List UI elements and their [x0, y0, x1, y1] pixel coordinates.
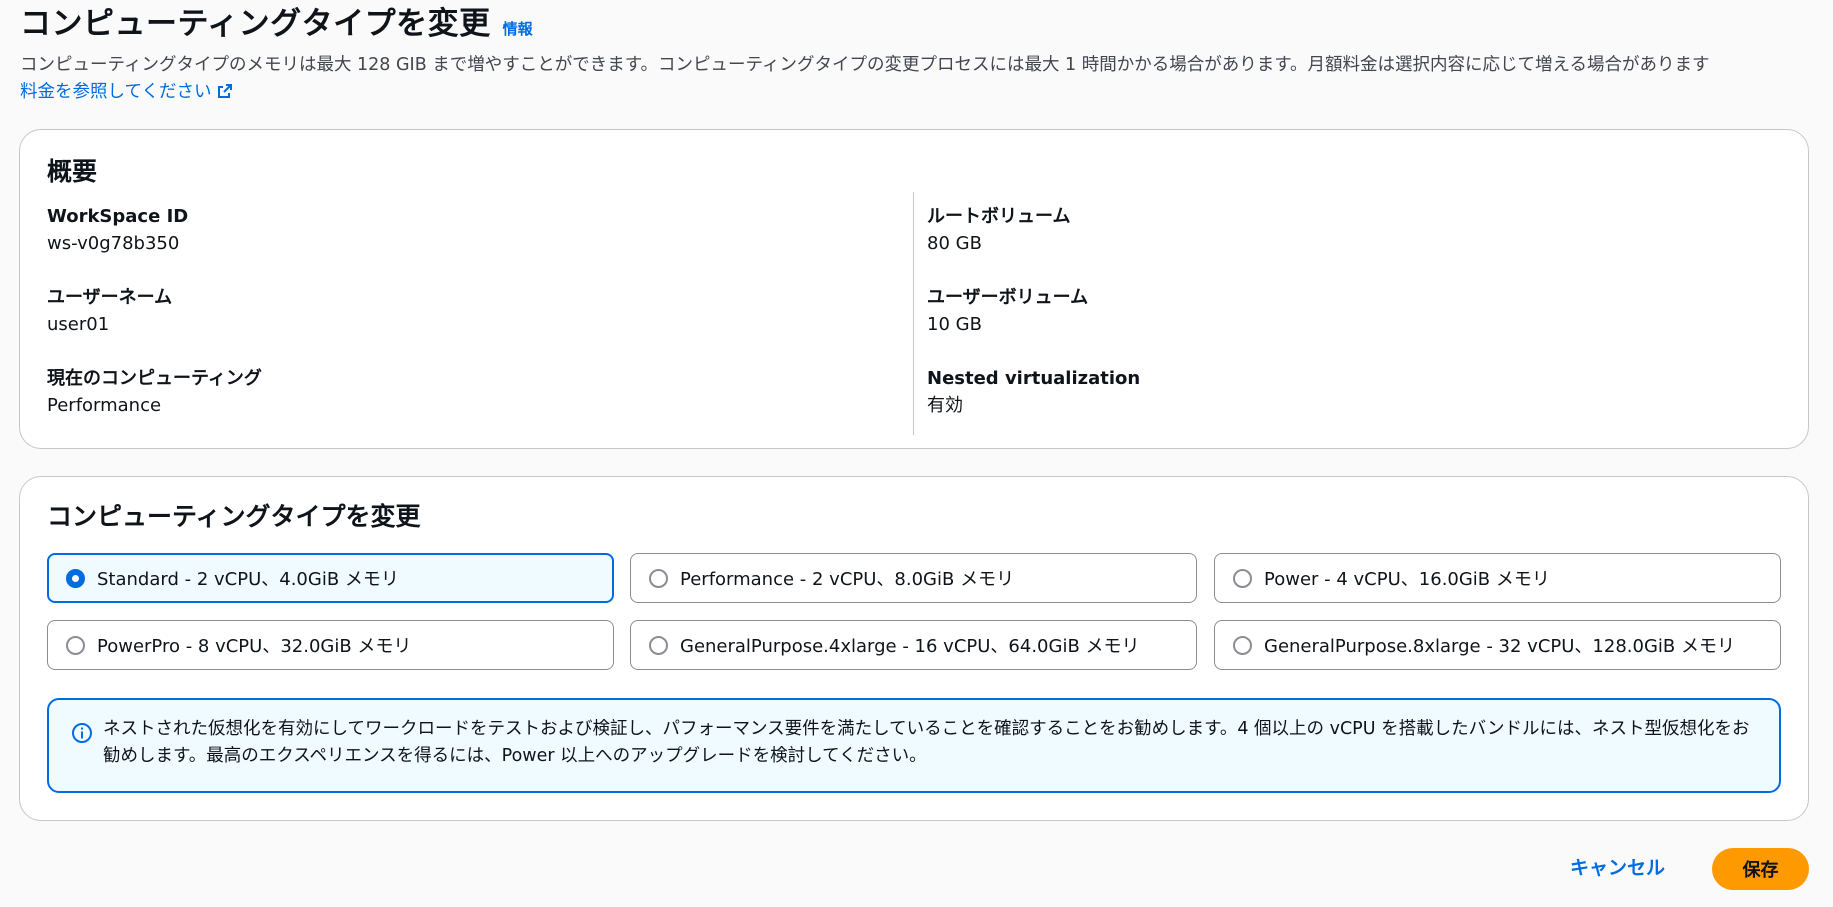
external-link-icon[interactable]	[217, 81, 233, 108]
page-header: コンピューティングタイプを変更 情報 コンピューティングタイプのメモリは最大 1…	[20, 0, 1815, 108]
summary-left-column: WorkSpace ID ws-v0g78b350 ユーザーネーム user01…	[47, 204, 262, 447]
change-compute-card: コンピューティングタイプを変更 Standard - 2 vCPU、4.0GiB…	[19, 476, 1809, 821]
compute-option-label: PowerPro - 8 vCPU、32.0GiB メモリ	[97, 636, 412, 657]
current-compute-field: 現在のコンピューティング Performance	[47, 366, 262, 447]
info-icon	[71, 722, 93, 748]
current-compute-value: Performance	[47, 395, 162, 416]
compute-option-standard[interactable]: Standard - 2 vCPU、4.0GiB メモリ	[47, 553, 614, 603]
page-description: コンピューティングタイプのメモリは最大 128 GIB まで増やすことができます…	[20, 52, 1815, 108]
description-text: コンピューティングタイプのメモリは最大 128 GIB まで増やすことができます…	[20, 55, 1710, 75]
root-volume-value: 80 GB	[927, 233, 982, 254]
compute-option-label: Standard - 2 vCPU、4.0GiB メモリ	[97, 569, 399, 590]
change-compute-heading: コンピューティングタイプを変更	[47, 502, 421, 531]
summary-heading: 概要	[47, 157, 98, 186]
radio-button[interactable]	[649, 568, 668, 588]
current-compute-label: 現在のコンピューティング	[47, 368, 262, 389]
pricing-link-label[interactable]: 料金を参照してください	[20, 82, 211, 102]
compute-option-label: GeneralPurpose.4xlarge - 16 vCPU、64.0GiB…	[680, 636, 1140, 657]
radio-button[interactable]	[66, 568, 85, 588]
nested-virtualization-field: Nested virtualization 有効	[927, 366, 1140, 447]
info-link[interactable]: 情報	[503, 18, 533, 39]
compute-option-powerpro[interactable]: PowerPro - 8 vCPU、32.0GiB メモリ	[47, 620, 614, 670]
compute-option-generalpurpose-4xlarge[interactable]: GeneralPurpose.4xlarge - 16 vCPU、64.0GiB…	[630, 620, 1197, 670]
root-volume-label: ルートボリューム	[927, 206, 1071, 227]
save-button[interactable]: 保存	[1712, 848, 1809, 890]
workspace-id-value: ws-v0g78b350	[47, 233, 180, 254]
page-title: コンピューティングタイプを変更	[20, 6, 491, 42]
compute-option-label: GeneralPurpose.8xlarge - 32 vCPU、128.0Gi…	[1264, 636, 1735, 657]
pricing-link[interactable]: 料金を参照してください	[20, 82, 233, 102]
username-value: user01	[47, 314, 110, 335]
alert-text: ネストされた仮想化を有効にしてワークロードをテストおよび検証し、パフォーマンス要…	[103, 719, 1750, 766]
compute-option-label: Performance - 2 vCPU、8.0GiB メモリ	[680, 569, 1015, 590]
column-divider	[913, 192, 914, 435]
compute-option-performance[interactable]: Performance - 2 vCPU、8.0GiB メモリ	[630, 553, 1197, 603]
username-label: ユーザーネーム	[47, 287, 173, 308]
nested-virtualization-value: 有効	[927, 395, 963, 416]
radio-button[interactable]	[1233, 568, 1252, 588]
username-field: ユーザーネーム user01	[47, 285, 262, 366]
radio-button[interactable]	[66, 635, 85, 655]
compute-option-generalpurpose-8xlarge[interactable]: GeneralPurpose.8xlarge - 32 vCPU、128.0Gi…	[1214, 620, 1781, 670]
compute-option-power[interactable]: Power - 4 vCPU、16.0GiB メモリ	[1214, 553, 1781, 603]
workspace-id-field: WorkSpace ID ws-v0g78b350	[47, 204, 262, 285]
cancel-button[interactable]: キャンセル	[1570, 853, 1665, 883]
radio-button[interactable]	[1233, 635, 1252, 655]
radio-button[interactable]	[649, 635, 668, 655]
user-volume-label: ユーザーボリューム	[927, 287, 1089, 308]
workspace-id-label: WorkSpace ID	[47, 206, 189, 227]
summary-card: 概要 WorkSpace ID ws-v0g78b350 ユーザーネーム use…	[19, 129, 1809, 449]
nested-virtualization-label: Nested virtualization	[927, 368, 1141, 389]
user-volume-field: ユーザーボリューム 10 GB	[927, 285, 1140, 366]
root-volume-field: ルートボリューム 80 GB	[927, 204, 1140, 285]
user-volume-value: 10 GB	[927, 314, 982, 335]
summary-right-column: ルートボリューム 80 GB ユーザーボリューム 10 GB Nested vi…	[927, 204, 1140, 447]
title-row: コンピューティングタイプを変更 情報	[20, 0, 1815, 52]
compute-option-label: Power - 4 vCPU、16.0GiB メモリ	[1264, 569, 1550, 590]
info-alert: ネストされた仮想化を有効にしてワークロードをテストおよび検証し、パフォーマンス要…	[47, 698, 1781, 793]
